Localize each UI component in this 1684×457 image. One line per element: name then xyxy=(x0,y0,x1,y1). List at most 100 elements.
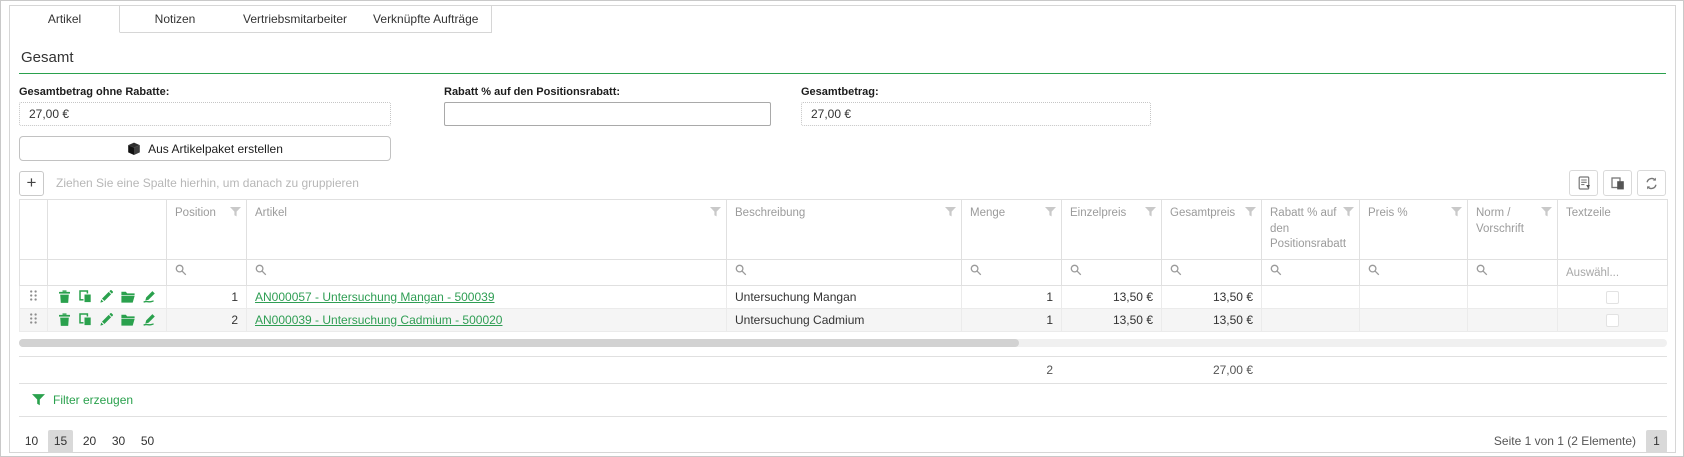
artikel-link[interactable]: AN000039 - Untersuchung Cadmium - 500020 xyxy=(255,313,502,327)
column-chooser-button[interactable] xyxy=(1603,170,1632,196)
horizontal-scrollbar-thumb[interactable] xyxy=(19,339,1019,347)
cell-position: 1 xyxy=(167,285,247,308)
edit-button[interactable] xyxy=(100,313,113,326)
add-row-button[interactable]: + xyxy=(19,171,44,196)
col-header-einzelpreis[interactable]: Einzelpreis xyxy=(1062,200,1162,260)
filter-cell-artikel[interactable] xyxy=(247,259,727,285)
filter-funnel-icon[interactable] xyxy=(945,207,956,217)
filter-cell-actions xyxy=(48,259,167,285)
drag-handle[interactable] xyxy=(29,289,38,302)
artikel-link[interactable]: AN000057 - Untersuchung Mangan - 500039 xyxy=(255,290,495,304)
cell-menge: 1 xyxy=(962,308,1062,331)
filter-funnel-icon[interactable] xyxy=(710,207,721,217)
cell-preis-pct xyxy=(1360,285,1468,308)
table-row[interactable]: 1 AN000057 - Untersuchung Mangan - 50003… xyxy=(20,285,1668,308)
field-total-without-discounts: Gesamtbetrag ohne Rabatte: 27,00 € xyxy=(19,86,391,126)
copy-icon xyxy=(79,290,92,303)
filter-funnel-icon[interactable] xyxy=(1045,207,1056,217)
page-size-30[interactable]: 30 xyxy=(106,430,131,453)
export-data-icon xyxy=(1577,176,1591,190)
table-row[interactable]: 2 AN000039 - Untersuchung Cadmium - 5000… xyxy=(20,308,1668,331)
textzeile-checkbox[interactable] xyxy=(1606,291,1619,304)
edit-button[interactable] xyxy=(100,290,113,303)
col-label: Artikel xyxy=(255,207,287,219)
col-label: Textzeile xyxy=(1566,207,1611,219)
cell-artikel: AN000057 - Untersuchung Mangan - 500039 xyxy=(247,285,727,308)
filter-cell-beschreibung[interactable] xyxy=(727,259,962,285)
col-header-artikel[interactable]: Artikel xyxy=(247,200,727,260)
cell-beschreibung: Untersuchung Mangan xyxy=(727,285,962,308)
delete-icon xyxy=(58,290,71,303)
filter-funnel-green-icon xyxy=(32,394,45,406)
page-button-1[interactable]: 1 xyxy=(1646,430,1667,453)
sign-icon xyxy=(143,290,157,303)
delete-button[interactable] xyxy=(58,313,71,326)
filter-cell-rabatt[interactable] xyxy=(1262,259,1360,285)
filter-cell-textzeile[interactable]: Auswähl... xyxy=(1558,259,1668,285)
drag-handle-icon xyxy=(29,312,38,325)
export-data-button[interactable] xyxy=(1569,170,1598,196)
cell-position: 2 xyxy=(167,308,247,331)
search-icon xyxy=(735,264,747,276)
page-size-50[interactable]: 50 xyxy=(135,430,160,453)
summary-row: 2 27,00 € xyxy=(19,356,1667,384)
filter-funnel-icon[interactable] xyxy=(1451,207,1462,217)
filter-cell-einzelpreis[interactable] xyxy=(1062,259,1162,285)
col-header-preis-pct[interactable]: Preis % xyxy=(1360,200,1468,260)
filter-cell-preis-pct[interactable] xyxy=(1360,259,1468,285)
sign-button[interactable] xyxy=(143,313,157,326)
tab-vertriebsmitarbeiter[interactable]: Vertriebsmitarbeiter xyxy=(230,6,360,33)
group-panel-hint: Ziehen Sie eine Spalte hierhin, um danac… xyxy=(56,176,1564,190)
create-from-package-button[interactable]: Aus Artikelpaket erstellen xyxy=(19,136,391,161)
page-size-15[interactable]: 15 xyxy=(48,430,73,453)
create-filter-button[interactable]: Filter erzeugen xyxy=(19,384,1667,417)
col-header-rabatt[interactable]: Rabatt % auf den Positionsrabatt xyxy=(1262,200,1360,260)
tab-page-panel: Artikel Notizen Vertriebsmitarbeiter Ver… xyxy=(9,5,1676,453)
filter-cell-gesamtpreis[interactable] xyxy=(1162,259,1262,285)
search-icon xyxy=(175,264,187,276)
filter-funnel-icon[interactable] xyxy=(1145,207,1156,217)
cell-norm xyxy=(1468,285,1558,308)
filter-cell-norm[interactable] xyxy=(1468,259,1558,285)
filter-funnel-icon[interactable] xyxy=(230,207,241,217)
textzeile-checkbox[interactable] xyxy=(1606,314,1619,327)
horizontal-scrollbar[interactable] xyxy=(19,339,1667,347)
position-discount-input[interactable] xyxy=(444,102,771,126)
col-header-textzeile[interactable]: Textzeile xyxy=(1558,200,1668,260)
package-icon xyxy=(127,142,141,156)
position-discount-label: Rabatt % auf den Positionsrabatt: xyxy=(444,86,771,98)
filter-cell-position[interactable] xyxy=(167,259,247,285)
col-header-beschreibung[interactable]: Beschreibung xyxy=(727,200,962,260)
delete-button[interactable] xyxy=(58,290,71,303)
drag-handle[interactable] xyxy=(29,312,38,325)
col-header-gesamtpreis[interactable]: Gesamtpreis xyxy=(1162,200,1262,260)
open-folder-button[interactable] xyxy=(121,314,135,326)
refresh-button[interactable] xyxy=(1637,170,1666,196)
copy-button[interactable] xyxy=(79,290,92,303)
tab-artikel[interactable]: Artikel xyxy=(10,6,120,33)
total-without-discounts-label: Gesamtbetrag ohne Rabatte: xyxy=(19,86,391,98)
filter-funnel-icon[interactable] xyxy=(1541,207,1552,217)
col-label: Einzelpreis xyxy=(1070,207,1126,219)
plus-icon: + xyxy=(27,173,37,193)
search-icon xyxy=(1368,264,1380,276)
col-header-norm[interactable]: Norm / Vorschrift xyxy=(1468,200,1558,260)
page-size-20[interactable]: 20 xyxy=(77,430,102,453)
col-header-position[interactable]: Position xyxy=(167,200,247,260)
total-value: 27,00 € xyxy=(801,102,1151,126)
edit-icon xyxy=(100,290,113,303)
filter-cell-menge[interactable] xyxy=(962,259,1062,285)
open-folder-button[interactable] xyxy=(121,291,135,303)
open-folder-icon xyxy=(121,291,135,303)
search-icon xyxy=(1170,264,1182,276)
sign-button[interactable] xyxy=(143,290,157,303)
page-size-10[interactable]: 10 xyxy=(19,430,44,453)
search-icon xyxy=(1070,264,1082,276)
col-header-menge[interactable]: Menge xyxy=(962,200,1062,260)
filter-funnel-icon[interactable] xyxy=(1343,207,1354,217)
filter-funnel-icon[interactable] xyxy=(1245,207,1256,217)
tab-verknuepfte-auftraege[interactable]: Verknüpfte Aufträge xyxy=(360,6,492,33)
copy-button[interactable] xyxy=(79,313,92,326)
tab-notizen[interactable]: Notizen xyxy=(120,6,230,33)
search-icon xyxy=(970,264,982,276)
